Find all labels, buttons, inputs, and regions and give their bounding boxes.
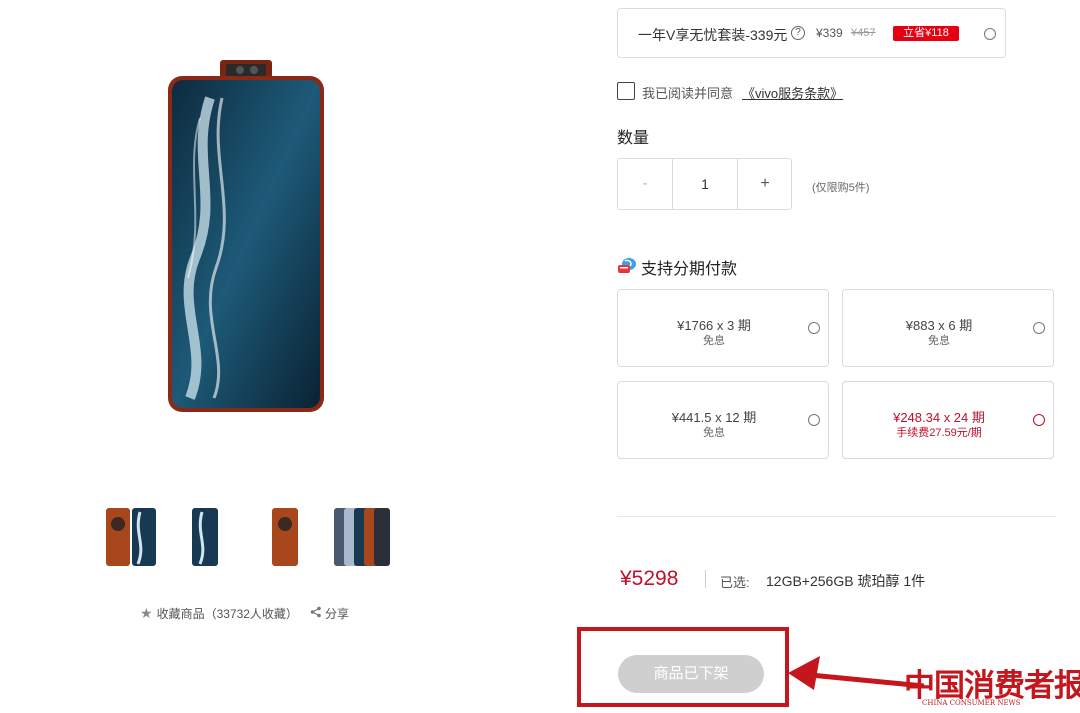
bundle-radio[interactable] xyxy=(984,28,996,40)
bundle-price: ¥339 xyxy=(816,26,843,40)
installment-plan-24[interactable]: ¥248.34 x 24 期 手续费27.59元/期 xyxy=(842,381,1054,459)
thumbnail-front[interactable] xyxy=(184,504,244,568)
plan-fee: 免息 xyxy=(703,427,725,439)
agreement-checkbox[interactable] xyxy=(617,82,635,100)
selected-spec: 12GB+256GB 琥珀醇 1件 xyxy=(766,573,926,589)
installment-payment-icon xyxy=(617,257,637,274)
price-separator xyxy=(705,570,706,588)
selected-label: 已选: xyxy=(720,575,750,590)
total-price: ¥5298 xyxy=(620,567,679,590)
installment-plan-6[interactable]: ¥883 x 6 期 免息 xyxy=(842,289,1054,367)
quantity-title: 数量 xyxy=(617,130,650,147)
quantity-input[interactable]: 1 xyxy=(673,159,737,209)
watermark-subtitle: CHINA CONSUMER NEWS xyxy=(922,699,1021,707)
plan-fee: 免息 xyxy=(928,335,950,347)
terms-link[interactable]: 《vivo服务条款》 xyxy=(742,83,843,102)
thumbnail-strip xyxy=(96,504,406,568)
favorite-link[interactable]: 收藏商品（33732人收藏） xyxy=(157,605,298,622)
plan-radio[interactable] xyxy=(1033,322,1045,334)
section-divider xyxy=(617,516,1056,517)
help-icon[interactable]: ? xyxy=(791,26,805,40)
plan-radio[interactable] xyxy=(808,414,820,426)
product-main-image xyxy=(150,58,340,418)
installment-title: 支持分期付款 xyxy=(641,261,738,278)
off-shelf-button[interactable]: 商品已下架 xyxy=(618,655,764,693)
agreement-text: 我已阅读并同意 xyxy=(642,86,734,101)
savings-badge: 立省¥118 xyxy=(893,26,959,41)
service-bundle-option[interactable]: 一年V享无忧套装-339元 ? ¥339 ¥457 立省¥118 xyxy=(617,8,1006,58)
installment-plan-3[interactable]: ¥1766 x 3 期 免息 xyxy=(617,289,829,367)
installment-plan-12[interactable]: ¥441.5 x 12 期 免息 xyxy=(617,381,829,459)
quantity-increment-button[interactable]: + xyxy=(737,159,792,209)
plan-radio[interactable] xyxy=(808,322,820,334)
plan-fee: 免息 xyxy=(703,335,725,347)
share-icon[interactable] xyxy=(310,606,322,621)
bundle-name: 一年V享无忧套装-339元 xyxy=(638,27,788,43)
plan-fee: 手续费27.59元/期 xyxy=(896,427,982,439)
plan-radio[interactable] xyxy=(1033,414,1045,426)
share-link[interactable]: 分享 xyxy=(325,605,349,622)
quantity-stepper: - 1 + xyxy=(617,158,792,210)
quantity-decrement-button[interactable]: - xyxy=(618,159,673,209)
thumbnail-back[interactable] xyxy=(262,504,322,568)
quantity-limit-note: (仅限购5件) xyxy=(812,182,870,194)
star-icon[interactable]: ★ xyxy=(140,605,153,622)
watermark-logo: 中国消费者报 CHINA CONSUMER NEWS xyxy=(902,660,1080,710)
thumbnail-color-group[interactable] xyxy=(332,504,392,568)
bundle-original-price: ¥457 xyxy=(851,27,876,39)
thumbnail-back-amber[interactable] xyxy=(102,504,162,568)
product-actions: ★ 收藏商品（33732人收藏） 分享 xyxy=(140,604,349,622)
